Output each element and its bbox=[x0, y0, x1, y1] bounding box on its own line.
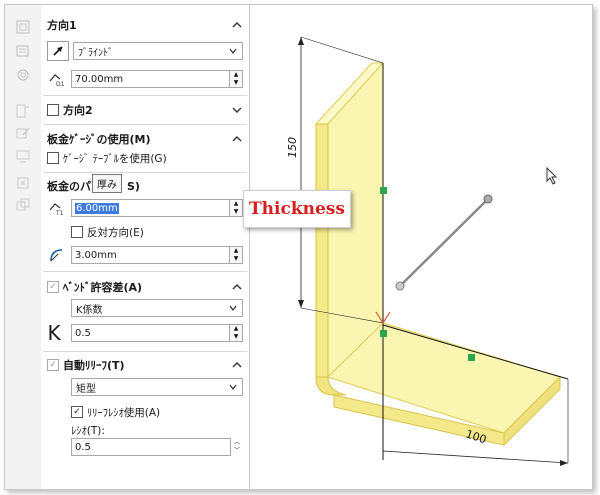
sketch-edit-icon[interactable] bbox=[15, 125, 31, 141]
end-condition-select[interactable]: ﾌﾞﾗｲﾝﾄﾞ bbox=[73, 42, 243, 60]
arrow-handle-icon[interactable] bbox=[483, 194, 493, 204]
bend-allowance-checkbox[interactable]: ✓ bbox=[47, 281, 59, 293]
auto-relief-checkbox[interactable]: ✓ bbox=[47, 359, 59, 371]
feature-tree-icon[interactable] bbox=[15, 19, 31, 35]
bend-allowance-header[interactable]: ✓ ﾍﾞﾝﾄﾞ許容差(A) bbox=[47, 279, 243, 295]
gauge-title: 板金ｹﾞｰｼﾞの使用(M) bbox=[47, 133, 151, 146]
bend-allowance-type-select[interactable]: K係数 bbox=[71, 299, 243, 317]
dimxpert-icon[interactable] bbox=[15, 103, 31, 119]
direction-arrow[interactable] bbox=[399, 198, 489, 287]
relief-ratio-use-label: ﾘﾘｰﾌﾚｼｵ使用(A) bbox=[87, 406, 161, 419]
bend-allowance-type-row: K係数 bbox=[71, 298, 243, 318]
direction1-title: 方向1 bbox=[47, 19, 77, 32]
chevron-down-icon bbox=[229, 305, 237, 311]
bend-allowance-type-value: K係数 bbox=[76, 304, 103, 316]
configuration-icon[interactable] bbox=[15, 67, 31, 83]
scene-icon[interactable] bbox=[15, 197, 31, 213]
dim-height-label: 150 bbox=[286, 137, 299, 158]
ratio-spinner[interactable]: ︿ ﹀ bbox=[231, 439, 243, 455]
thickness-spinner[interactable]: ▲ ▼ bbox=[230, 199, 243, 217]
gauge-table-label: ｹﾞｰｼﾞ ﾃｰﾌﾞﾙを使用(G) bbox=[63, 152, 167, 165]
relief-type-select[interactable]: 矩型 bbox=[71, 378, 243, 396]
bend-radius-icon bbox=[50, 249, 63, 262]
relief-type-row: 矩型 bbox=[71, 377, 243, 397]
reverse-direction-row: 反対方向(E) bbox=[71, 222, 243, 242]
bend-allowance-title: ﾍﾞﾝﾄﾞ許容差(A) bbox=[63, 281, 143, 294]
sheet-params-title-suffix: S) bbox=[127, 179, 140, 193]
thickness-callout: Thickness bbox=[243, 190, 351, 228]
depth-spinner[interactable]: ▲ ▼ bbox=[230, 70, 243, 88]
relief-type-value: 矩型 bbox=[76, 383, 96, 395]
direction2-checkbox[interactable] bbox=[47, 104, 59, 116]
chevron-down-icon[interactable] bbox=[231, 104, 243, 116]
k-factor-spinner[interactable]: ▲ ▼ bbox=[230, 324, 243, 342]
depth-row: D1 70.00mm ▲ ▼ bbox=[47, 69, 243, 89]
chevron-up-icon[interactable] bbox=[231, 133, 243, 145]
k-factor-row: K 0.5 ▲ ▼ bbox=[47, 321, 243, 345]
gauge-table-checkbox[interactable] bbox=[47, 152, 59, 164]
appearance-icon[interactable] bbox=[15, 175, 31, 191]
feature-toolbar-strip bbox=[5, 5, 42, 489]
dim-100-line bbox=[382, 450, 569, 464]
horizontal-relation-marker bbox=[468, 354, 475, 361]
thickness-value: 6.00mm bbox=[75, 202, 119, 214]
bend-radius-input[interactable]: 3.00mm bbox=[71, 246, 230, 264]
direction1-header[interactable]: 方向1 bbox=[47, 17, 243, 33]
chevron-up-icon[interactable] bbox=[231, 359, 243, 371]
direction2-title: 方向2 bbox=[63, 104, 93, 117]
vertical-flange-side-face bbox=[315, 123, 329, 378]
chevron-up-icon[interactable] bbox=[231, 281, 243, 293]
graphics-area[interactable]: 150 100 bbox=[250, 5, 592, 489]
ratio-label: ﾚｼｵ(T): bbox=[71, 424, 105, 437]
direction2-header[interactable]: 方向2 bbox=[47, 102, 243, 118]
gauge-table-row: ｹﾞｰｼﾞ ﾃｰﾌﾞﾙを使用(G) bbox=[47, 148, 243, 168]
property-manager-icon[interactable] bbox=[15, 43, 31, 59]
thickness-icon: T1 bbox=[49, 203, 64, 216]
chevron-down-icon bbox=[229, 384, 237, 390]
display-manager-icon[interactable] bbox=[15, 148, 31, 164]
end-condition-row: ﾌﾞﾗｲﾝﾄﾞ bbox=[47, 41, 243, 61]
chevron-down-icon bbox=[229, 48, 237, 54]
ratio-input[interactable]: 0.5 bbox=[71, 438, 231, 456]
thickness-tooltip: 厚み bbox=[92, 174, 122, 193]
property-manager-panel: 方向1 ﾌﾞﾗｲﾝﾄﾞ D1 70.00mm ▲ ▼ 方向2 板金ｹﾞｰｼﾞの使用… bbox=[41, 5, 250, 489]
mouse-cursor-icon bbox=[546, 166, 558, 185]
relief-ratio-checkbox[interactable]: ✓ bbox=[71, 406, 83, 418]
reverse-arrow-icon bbox=[53, 46, 63, 56]
reverse-direction-button[interactable] bbox=[47, 41, 69, 61]
k-factor-symbol: K bbox=[47, 321, 61, 345]
k-factor-input[interactable]: 0.5 bbox=[71, 324, 230, 342]
sheet-metal-model: 150 100 bbox=[286, 36, 569, 466]
sheet-params-title-prefix: 板金のパ bbox=[47, 180, 91, 193]
chevron-up-icon[interactable] bbox=[231, 19, 243, 31]
bend-radius-row: 3.00mm ▲ ▼ bbox=[47, 245, 243, 265]
gauge-header[interactable]: 板金ｹﾞｰｼﾞの使用(M) bbox=[47, 131, 243, 147]
end-condition-value: ﾌﾞﾗｲﾝﾄﾞ bbox=[78, 47, 113, 59]
vertical-relation-marker bbox=[380, 187, 387, 194]
auto-relief-header[interactable]: ✓ 自動ﾘﾘｰﾌ(T) bbox=[47, 357, 243, 373]
svg-text:D1: D1 bbox=[56, 81, 65, 87]
thickness-row: T1 6.00mm ▲ ▼ bbox=[47, 198, 243, 218]
ratio-row: 0.5 ︿ ﹀ bbox=[71, 437, 243, 457]
depth-dimension-icon: D1 bbox=[49, 74, 65, 87]
reverse-direction-checkbox[interactable] bbox=[71, 226, 83, 238]
bend-radius-spinner[interactable]: ▲ ▼ bbox=[230, 246, 243, 264]
app-window: 方向1 ﾌﾞﾗｲﾝﾄﾞ D1 70.00mm ▲ ▼ 方向2 板金ｹﾞｰｼﾞの使用… bbox=[4, 4, 593, 490]
relief-ratio-use-row: ✓ ﾘﾘｰﾌﾚｼｵ使用(A) bbox=[71, 402, 243, 422]
ratio-label-row: ﾚｼｵ(T): bbox=[71, 423, 243, 437]
depth-input[interactable]: 70.00mm bbox=[71, 70, 230, 88]
reverse-direction-label: 反対方向(E) bbox=[87, 226, 144, 239]
sheet-params-header[interactable]: 板金のパ S) bbox=[47, 178, 243, 194]
auto-relief-title: 自動ﾘﾘｰﾌ(T) bbox=[63, 359, 125, 372]
svg-text:T1: T1 bbox=[55, 210, 64, 216]
thickness-input[interactable]: 6.00mm bbox=[71, 199, 230, 217]
coincident-relation-marker bbox=[380, 330, 387, 337]
